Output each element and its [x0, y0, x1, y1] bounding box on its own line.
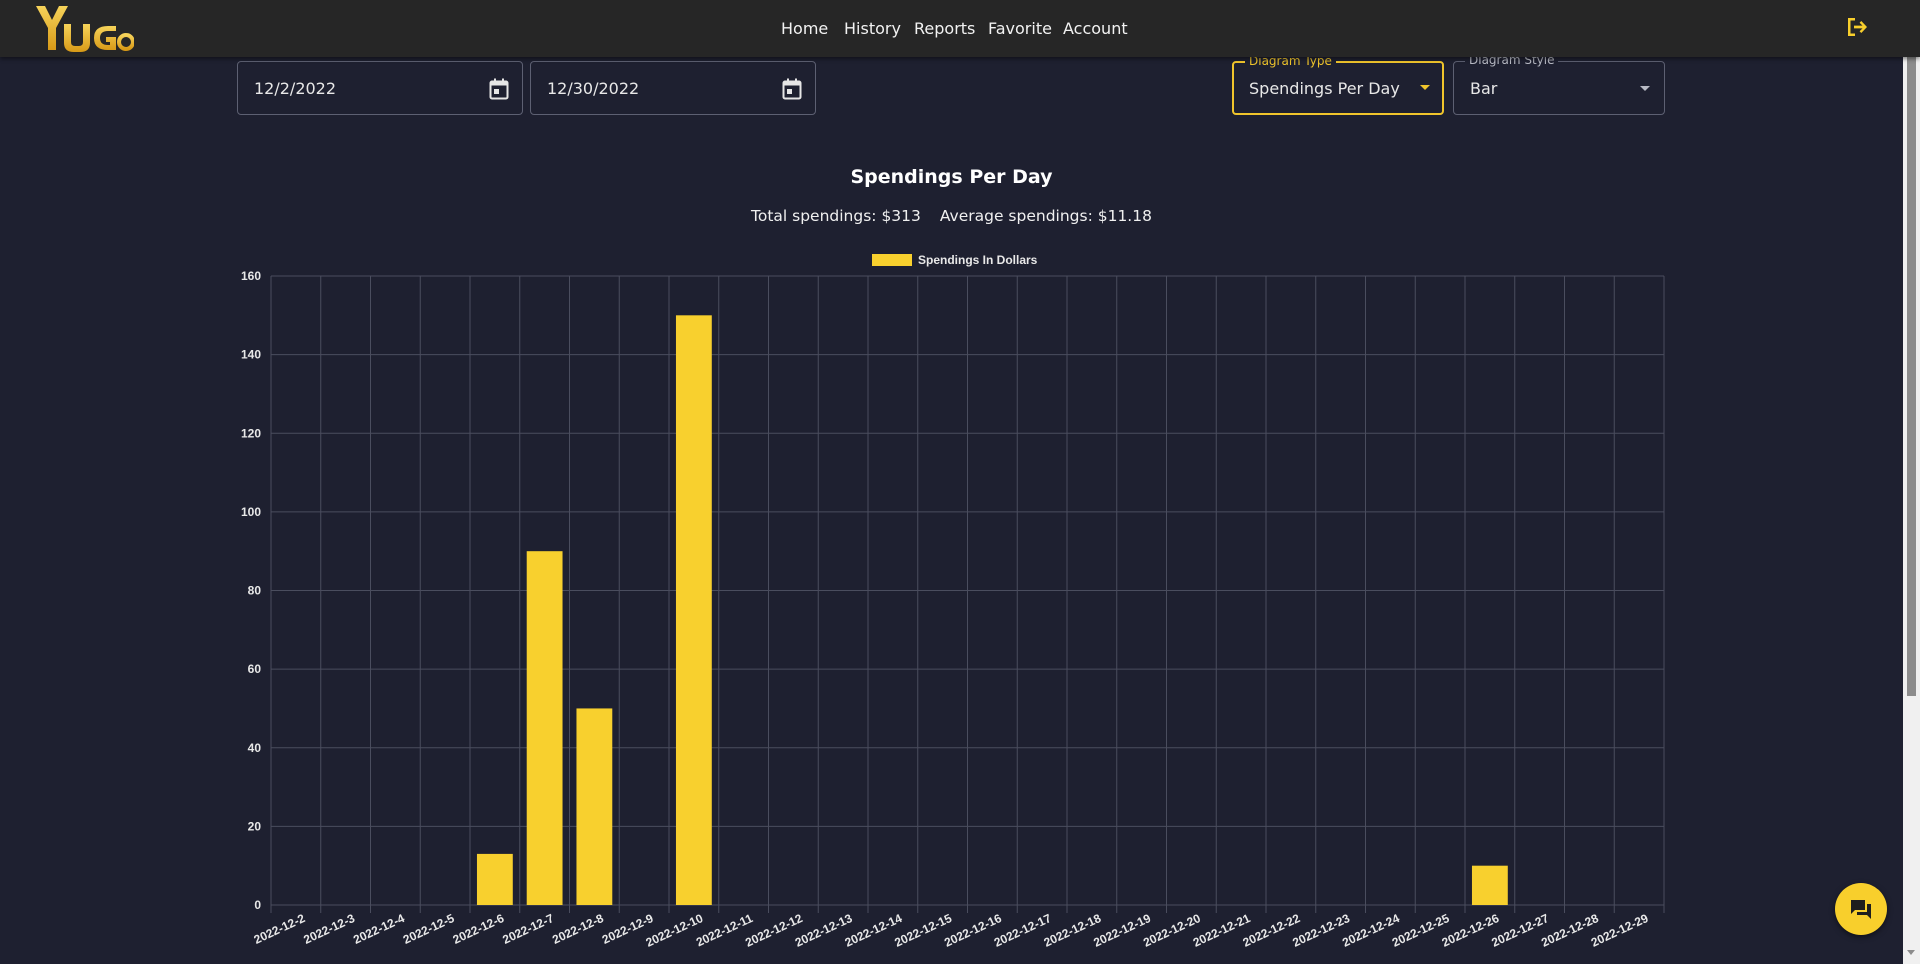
y-tick-label: 100 [241, 505, 261, 519]
y-tick-label: 80 [248, 584, 262, 598]
chat-icon [1851, 900, 1871, 919]
legend-swatch [872, 254, 912, 266]
x-tick-label: 2022-12-5 [401, 911, 457, 947]
nav-reports-link[interactable]: Reports [914, 19, 975, 38]
bar-2022-12-7 [526, 551, 563, 905]
spendings-bar-chart: 0204060801001201401602022-12-22022-12-32… [241, 253, 1665, 950]
scroll-down-arrow-icon[interactable] [1907, 950, 1915, 955]
x-tick-label: 2022-12-2 [252, 911, 308, 947]
page-scrollbar[interactable] [1903, 0, 1920, 964]
x-tick-label: 2022-12-8 [550, 911, 606, 947]
legend-label: Spendings In Dollars [918, 253, 1038, 267]
bar-2022-12-8 [576, 708, 613, 905]
scrollbar-thumb[interactable] [1907, 28, 1916, 696]
y-tick-label: 160 [241, 269, 261, 283]
bar-2022-12-6 [476, 853, 513, 905]
bar-2022-12-26 [1471, 865, 1508, 905]
logout-icon[interactable] [1844, 15, 1870, 39]
y-tick-label: 60 [248, 662, 262, 676]
x-tick-label: 2022-12-7 [500, 911, 556, 947]
nav-favorite-link[interactable]: Favorite [988, 19, 1052, 38]
nav-history-link[interactable]: History [844, 19, 901, 38]
x-tick-label: 2022-12-6 [451, 911, 507, 947]
top-navigation-bar: Home History Reports Favorite Account [0, 0, 1920, 57]
x-tick-label: 2022-12-29 [1589, 911, 1651, 950]
chat-button[interactable] [1835, 883, 1887, 935]
yugo-logo[interactable] [34, 2, 134, 55]
x-tick-label: 2022-12-10 [644, 911, 706, 950]
y-tick-label: 20 [248, 819, 262, 833]
nav-home-link[interactable]: Home [781, 19, 828, 38]
y-tick-label: 120 [241, 426, 261, 440]
nav-account-link[interactable]: Account [1063, 19, 1128, 38]
y-tick-label: 140 [241, 348, 261, 362]
x-tick-label: 2022-12-3 [301, 911, 357, 947]
y-tick-label: 0 [254, 898, 261, 912]
y-tick-label: 40 [248, 741, 262, 755]
bar-2022-12-10 [675, 315, 712, 905]
x-tick-label: 2022-12-4 [351, 911, 407, 947]
